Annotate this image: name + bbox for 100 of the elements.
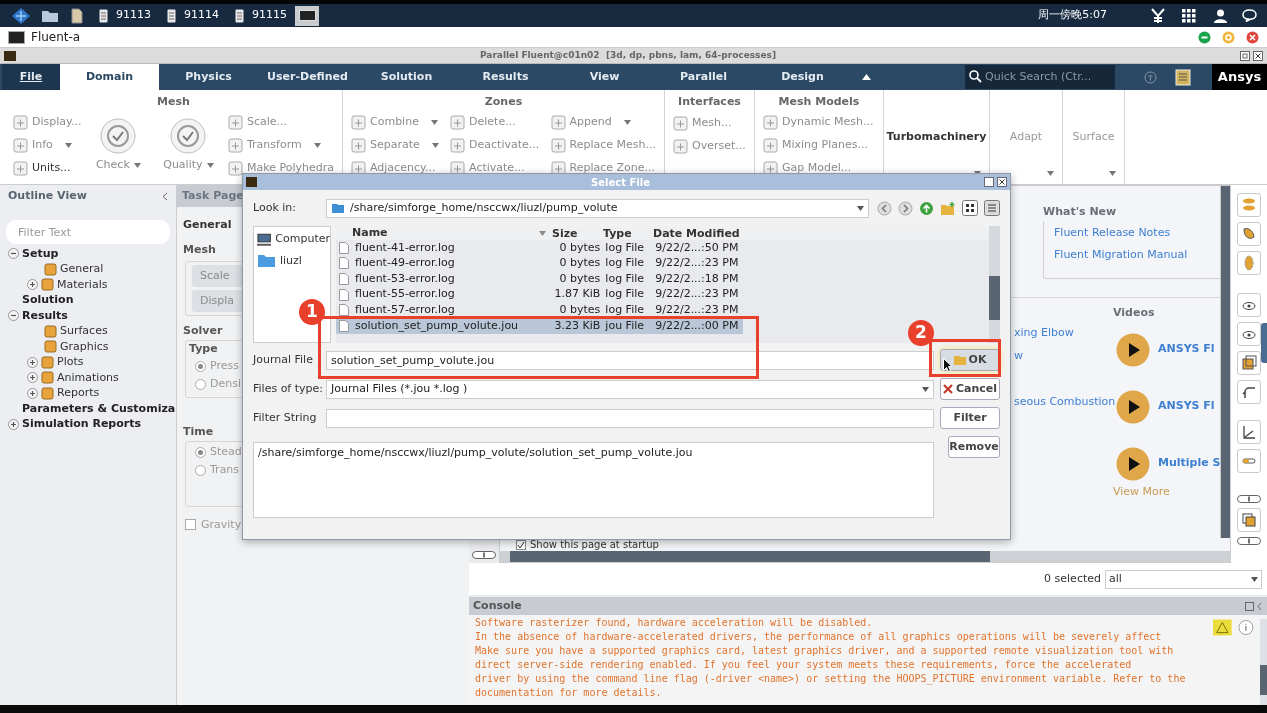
copy-icon[interactable] bbox=[1237, 508, 1261, 532]
filter-string-field[interactable] bbox=[326, 408, 934, 428]
radio-button[interactable] bbox=[195, 378, 206, 390]
taskbar-button[interactable]: 91113 bbox=[99, 7, 151, 24]
document-icon[interactable] bbox=[71, 7, 83, 24]
collapse-ribbon-icon[interactable] bbox=[862, 74, 871, 80]
play-button[interactable] bbox=[1116, 446, 1150, 481]
file-menu[interactable]: File bbox=[2, 64, 60, 90]
column-header[interactable]: Size bbox=[550, 226, 600, 240]
tree-item[interactable]: Graphics bbox=[60, 338, 109, 355]
ribbon-button[interactable]: Units... bbox=[13, 157, 82, 180]
ribbon-tab[interactable]: User-Defined bbox=[258, 64, 357, 90]
checkbox[interactable] bbox=[516, 539, 526, 550]
close-button[interactable] bbox=[997, 177, 1007, 187]
vertical-scrollbar[interactable] bbox=[989, 226, 1000, 343]
back-icon[interactable] bbox=[877, 200, 892, 216]
file-type-dropdown[interactable]: Journal Files (*.jou *.log ) bbox=[326, 379, 934, 399]
file-row[interactable]: fluent-41-error.log 0 bytes log File 9/22/2...:50 PM bbox=[336, 240, 743, 256]
collapse-icon[interactable] bbox=[8, 248, 19, 260]
dialog-button[interactable]: Remove bbox=[948, 436, 1000, 458]
toggle-icon[interactable] bbox=[472, 551, 496, 559]
link[interactable]: Fluent Release Notes bbox=[1054, 224, 1220, 241]
column-header[interactable]: Name bbox=[336, 226, 550, 240]
tree-item[interactable]: Parameters & Customiza bbox=[22, 400, 176, 417]
expand-icon[interactable] bbox=[27, 372, 38, 384]
close-button[interactable] bbox=[1253, 50, 1263, 61]
video-title[interactable]: ANSYS Fl bbox=[1158, 398, 1215, 415]
vertical-scrollbar[interactable] bbox=[1220, 186, 1230, 538]
tree-item[interactable]: Simulation Reports bbox=[22, 416, 142, 433]
play-button[interactable] bbox=[1116, 332, 1150, 367]
radio-button[interactable] bbox=[195, 360, 206, 372]
info-icon[interactable] bbox=[1237, 619, 1254, 636]
ribbon-tab[interactable]: Results bbox=[456, 64, 555, 90]
journal-file-field[interactable]: solution_set_pump_volute.jou bbox=[326, 350, 934, 370]
place-item[interactable]: liuzl bbox=[257, 252, 330, 269]
ribbon-tab[interactable]: Solution bbox=[357, 64, 456, 90]
taskbar-button[interactable]: 91115 bbox=[235, 7, 287, 24]
play-button[interactable] bbox=[1116, 389, 1150, 424]
filter-field[interactable]: Filter Text bbox=[6, 220, 170, 244]
dialog-button[interactable]: Filter bbox=[940, 407, 1000, 429]
logo-icon[interactable] bbox=[10, 6, 32, 25]
expand-icon[interactable] bbox=[27, 387, 38, 399]
horizontal-scrollbar[interactable] bbox=[500, 551, 1230, 562]
file-row[interactable]: fluent-53-error.log 0 bytes log File 9/22/2...:18 PM bbox=[336, 271, 743, 287]
notebook-icon[interactable] bbox=[1175, 68, 1191, 86]
new-folder-icon[interactable] bbox=[940, 200, 956, 216]
user-icon[interactable] bbox=[1214, 8, 1227, 23]
app-thumbnail-icon[interactable] bbox=[295, 5, 319, 26]
filter-dropdown[interactable]: all bbox=[1105, 569, 1262, 589]
file-row[interactable]: fluent-57-error.log 0 bytes log File 9/22/2...:23 PM bbox=[336, 302, 743, 318]
place-item[interactable]: Computer bbox=[257, 231, 330, 248]
eye-icon[interactable] bbox=[1237, 322, 1261, 346]
radio-button[interactable] bbox=[195, 447, 206, 458]
up-icon[interactable] bbox=[919, 200, 934, 216]
video-title[interactable]: ANSYS Fl bbox=[1158, 341, 1215, 358]
look-in-dropdown[interactable]: /share/simforge_home/nsccwx/liuzl/pump_volute bbox=[326, 198, 869, 218]
collapse-icon[interactable] bbox=[8, 310, 19, 322]
tree-item[interactable]: Solution bbox=[22, 292, 74, 309]
copy-icon[interactable] bbox=[1237, 351, 1261, 375]
tree-item[interactable]: Setup bbox=[22, 245, 59, 262]
ribbon-tab[interactable]: Domain bbox=[60, 64, 159, 90]
input-method-icon[interactable] bbox=[1151, 7, 1165, 24]
link[interactable]: w bbox=[1014, 348, 1023, 365]
chart-icon[interactable] bbox=[1237, 420, 1261, 444]
link[interactable]: xing Elbow bbox=[1014, 324, 1074, 341]
panel-options-icon[interactable] bbox=[1245, 601, 1263, 611]
restore-button[interactable] bbox=[1240, 50, 1250, 61]
dialog-button[interactable]: OK bbox=[940, 349, 1000, 371]
curve-icon[interactable] bbox=[1237, 380, 1261, 404]
shape-icon[interactable] bbox=[1237, 222, 1261, 246]
chat-icon[interactable] bbox=[1242, 9, 1257, 22]
toggle-icon[interactable] bbox=[1237, 495, 1261, 503]
icon-view-icon[interactable] bbox=[962, 200, 978, 216]
warning-icon[interactable] bbox=[1213, 619, 1232, 636]
minimize-button[interactable] bbox=[1198, 30, 1211, 44]
toggle-icon[interactable] bbox=[1237, 537, 1261, 545]
selected-file-path[interactable]: /share/simforge_home/nsccwx/liuzl/pump_volute/solution_set_pump_volute.jou bbox=[258, 445, 929, 462]
tree-item[interactable]: General bbox=[60, 261, 104, 278]
link[interactable]: Fluent Migration Manual bbox=[1054, 247, 1220, 264]
tree-item[interactable]: Surfaces bbox=[60, 323, 108, 340]
side-tab-handle[interactable] bbox=[1261, 323, 1267, 363]
tree-item[interactable]: Plots bbox=[57, 354, 84, 371]
expand-icon[interactable] bbox=[27, 356, 38, 368]
expand-icon[interactable] bbox=[27, 279, 38, 291]
list-view-icon[interactable] bbox=[984, 200, 1000, 216]
column-header[interactable]: Type bbox=[600, 226, 651, 240]
ribbon-tab[interactable]: Design bbox=[753, 64, 852, 90]
restore-button[interactable] bbox=[984, 177, 994, 187]
forward-icon[interactable] bbox=[898, 200, 913, 216]
expand-icon[interactable] bbox=[8, 418, 19, 430]
dialog-button[interactable]: Cancel bbox=[940, 378, 1000, 400]
ribbon-tab[interactable]: Physics bbox=[159, 64, 258, 90]
slider-icon[interactable] bbox=[1237, 449, 1261, 473]
ribbon-tab[interactable]: View bbox=[555, 64, 654, 90]
tree-item[interactable]: Results bbox=[22, 307, 68, 324]
tree-item[interactable]: Reports bbox=[57, 385, 100, 402]
link[interactable]: seous Combustion bbox=[1014, 393, 1116, 410]
folder-icon[interactable] bbox=[41, 8, 59, 23]
tree-item[interactable]: Animations bbox=[57, 369, 119, 386]
eye-icon[interactable] bbox=[1237, 293, 1261, 317]
